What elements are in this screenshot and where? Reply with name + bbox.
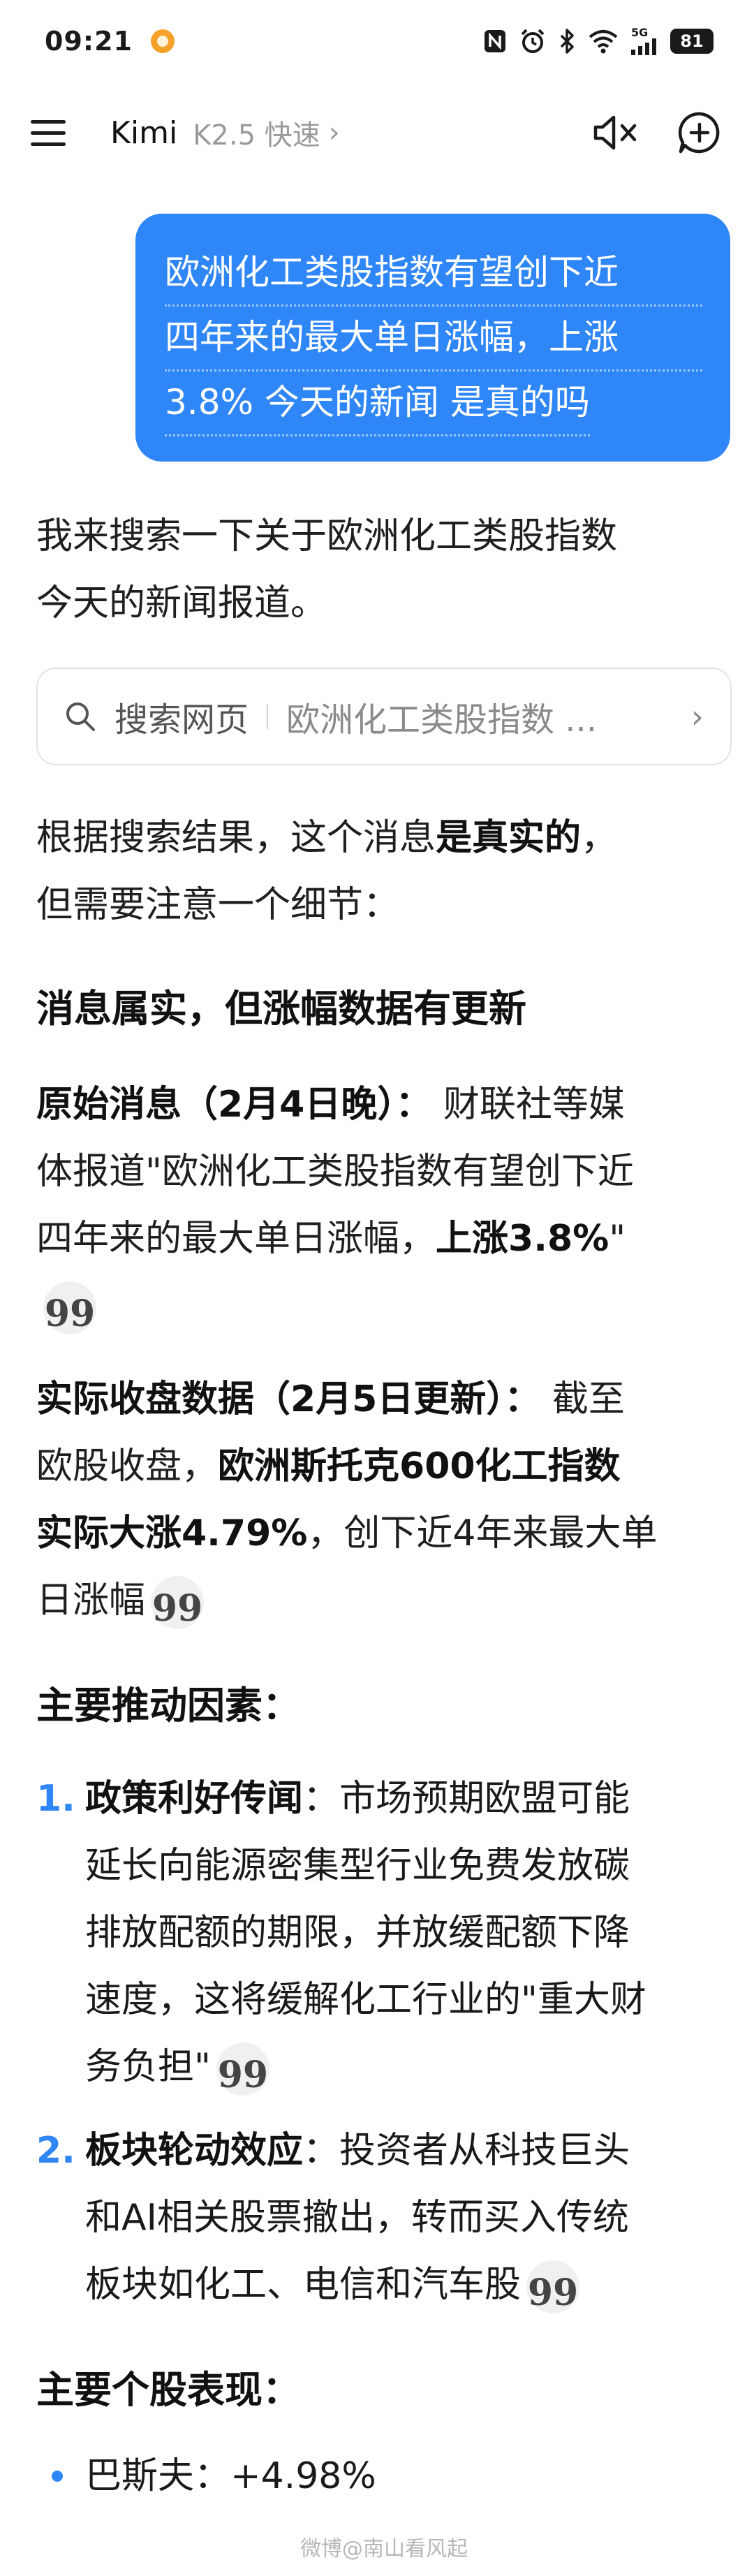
nfc-icon <box>483 27 507 55</box>
model-selector[interactable]: K2.5 快速 › <box>193 112 340 153</box>
citation-button[interactable]: 99 <box>151 1576 205 1629</box>
mute-speaker-button[interactable] <box>591 108 641 158</box>
section-heading: 主要推动因素： <box>36 1684 300 1728</box>
stocks-list: 巴斯夫：+4.98% <box>36 2443 727 2510</box>
divider <box>267 704 269 729</box>
search-card-query: 欧洲化工类股指数 ... <box>286 700 598 739</box>
section-heading: 消息属实，但涨幅数据有更新 <box>36 987 526 1031</box>
assistant-reply: 我来搜索一下关于欧洲化工类股指数 今天的新闻报道。 搜索网页 欧洲化工类股指数 … <box>36 503 732 2510</box>
speaker-muted-icon <box>593 115 637 150</box>
bullet-icon <box>52 2471 63 2482</box>
search-card-label: 搜索网页 <box>114 700 249 739</box>
bluetooth-icon <box>559 27 575 55</box>
user-message-line: 欧洲化工类股指数有望创下近 <box>165 242 702 307</box>
list-item: 巴斯夫：+4.98% <box>36 2443 727 2510</box>
original-news-paragraph: 原始消息（2月4日晚）： 财联社等媒 体报道"欧洲化工类股指数有望创下近 四年来… <box>36 1084 634 1335</box>
drivers-list: 1. 政策利好传闻：市场预期欧盟可能 延长向能源密集型行业免费发放碳 排放配额的… <box>36 1765 727 2318</box>
cellular-signal-icon: 5G <box>631 27 658 55</box>
menu-icon <box>31 120 66 146</box>
search-result-summary: 根据搜索结果，这个消息是真实的， 但需要注意一个细节： <box>36 817 618 926</box>
search-icon <box>66 702 95 731</box>
chevron-right-icon: › <box>690 698 704 735</box>
model-label: K2.5 快速 <box>193 119 320 152</box>
menu-button[interactable] <box>29 105 85 161</box>
web-search-card[interactable]: 搜索网页 欧洲化工类股指数 ... › <box>36 668 732 765</box>
alarm-icon <box>519 27 546 55</box>
new-chat-button[interactable] <box>674 108 725 158</box>
citation-button[interactable]: 99 <box>43 1281 96 1334</box>
app-title: Kimi <box>110 115 178 151</box>
section-heading: 主要个股表现： <box>36 2368 300 2412</box>
chat-screen: 09:21 5G 81 Kimi K2.5 快速 › 欧洲化工类股指数有望创下近… <box>0 0 754 2576</box>
citation-button[interactable]: 99 <box>526 2260 580 2313</box>
citation-button[interactable]: 99 <box>216 2043 269 2096</box>
app-header: Kimi K2.5 快速 › <box>0 91 754 175</box>
list-item: 1. 政策利好传闻：市场预期欧盟可能 延长向能源密集型行业免费发放碳 排放配额的… <box>36 1778 646 2096</box>
status-bar: 09:21 5G 81 <box>0 0 754 82</box>
user-message-line: 3.8% 今天的新闻 是真的吗 <box>165 371 590 436</box>
new-chat-icon <box>678 112 720 154</box>
status-time: 09:21 <box>45 26 133 57</box>
battery-indicator: 81 <box>670 29 714 54</box>
assistant-intro: 我来搜索一下关于欧洲化工类股指数 今天的新闻报道。 <box>36 515 618 624</box>
actual-close-paragraph: 实际收盘数据（2月5日更新）： 截至 欧股收盘，欧洲斯托克600化工指数 实际大… <box>36 1378 658 1630</box>
user-message-bubble[interactable]: 欧洲化工类股指数有望创下近 四年来的最大单日涨幅，上涨 3.8% 今天的新闻 是… <box>135 214 730 462</box>
app-notification-icon <box>150 29 175 53</box>
wifi-icon <box>588 27 619 55</box>
watermark: 微博@南山看风起 <box>300 2537 468 2561</box>
list-item: 2. 板块轮动效应：投资者从科技巨头 和AI相关股票撤出，转而买入传统 板块如化… <box>36 2130 630 2314</box>
chevron-right-icon: › <box>328 117 340 149</box>
user-message-line: 四年来的最大单日涨幅，上涨 <box>165 307 702 371</box>
